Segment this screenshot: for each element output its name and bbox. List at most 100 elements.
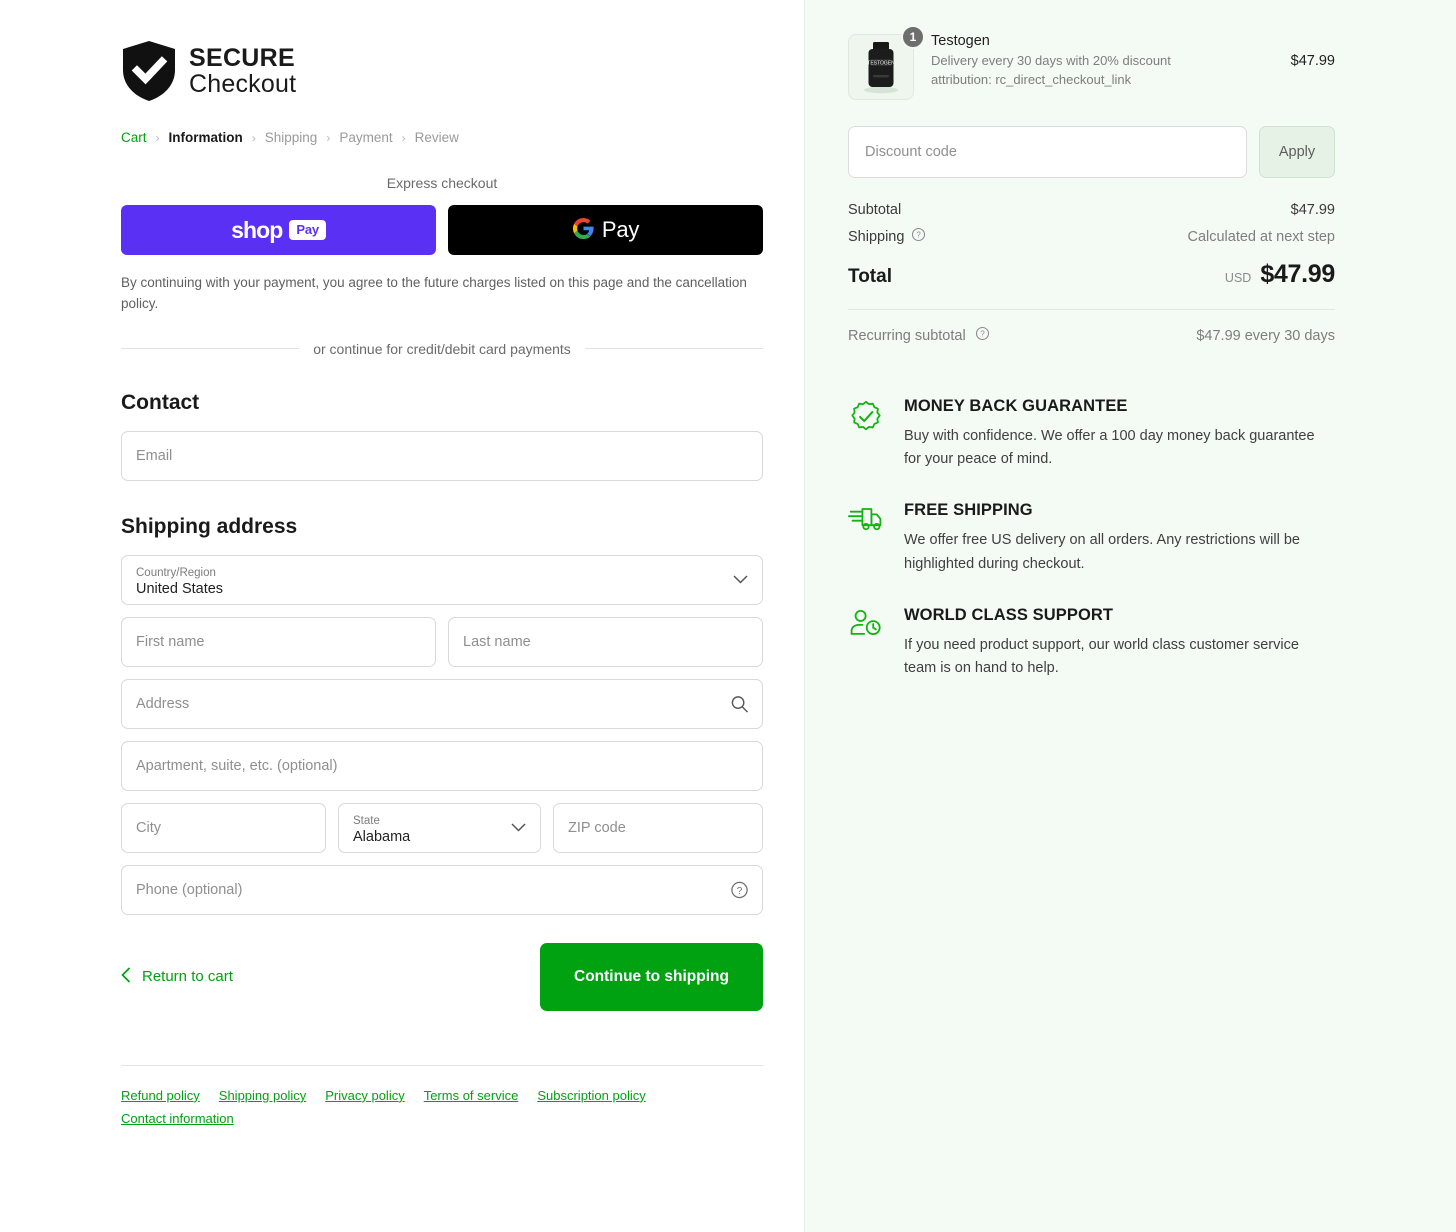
footer: Refund policy Shipping policy Privacy po… xyxy=(121,1064,763,1126)
trust-badges: MONEY BACK GUARANTEE Buy with confidence… xyxy=(848,397,1335,680)
discount-code-placeholder: Discount code xyxy=(865,144,957,160)
city-field[interactable]: City xyxy=(121,802,326,853)
phone-field[interactable]: Phone (optional) ? xyxy=(121,864,763,915)
total-value: $47.99 xyxy=(1260,260,1335,288)
express-checkout-buttons: shop Pay Pay xyxy=(121,205,763,255)
address-field[interactable]: Address xyxy=(121,678,763,729)
footer-link-privacy-policy[interactable]: Privacy policy xyxy=(325,1088,404,1103)
footer-links: Refund policy Shipping policy Privacy po… xyxy=(121,1088,681,1126)
subtotal-row: Subtotal $47.99 xyxy=(848,202,1335,218)
product-name: Testogen xyxy=(931,33,990,49)
country-region-select[interactable]: Country/Region United States xyxy=(121,554,763,605)
total-label: Total xyxy=(848,266,892,287)
trust-badge-title: FREE SHIPPING xyxy=(904,501,1033,520)
last-name-field[interactable]: Last name xyxy=(448,616,763,667)
google-pay-button[interactable]: Pay xyxy=(448,205,763,255)
trust-badge-title: MONEY BACK GUARANTEE xyxy=(904,397,1128,415)
last-name-placeholder: Last name xyxy=(463,633,531,650)
country-region-label: Country/Region xyxy=(136,566,216,579)
product-price: $47.99 xyxy=(1290,53,1335,69)
country-region-value: United States xyxy=(136,581,224,598)
help-question-icon[interactable]: ? xyxy=(911,227,926,246)
trust-badge-body: If you need product support, our world c… xyxy=(904,636,1299,676)
trust-badge-free-shipping: FREE SHIPPING We offer free US delivery … xyxy=(848,501,1335,575)
footer-link-shipping-policy[interactable]: Shipping policy xyxy=(219,1088,306,1103)
quantity-badge: 1 xyxy=(901,25,925,49)
chevron-left-icon xyxy=(121,967,131,987)
breadcrumb-item-payment: Payment xyxy=(339,130,393,145)
email-field[interactable]: Email xyxy=(121,430,763,481)
email-placeholder: Email xyxy=(136,447,173,464)
return-to-cart-label: Return to cart xyxy=(142,968,233,986)
google-pay-wordmark: Pay xyxy=(601,217,640,242)
breadcrumb-item-information: Information xyxy=(168,130,243,145)
trust-badge-support: WORLD CLASS SUPPORT If you need product … xyxy=(848,606,1335,680)
chevron-down-icon xyxy=(733,571,748,589)
order-line-item: TESTOGEN 1 Testogen Delivery every 30 da… xyxy=(848,25,1335,100)
shipping-value: Calculated at next step xyxy=(1187,228,1335,245)
recurring-subtotal-row: Recurring subtotal ? $47.99 every 30 day… xyxy=(848,326,1335,345)
shop-pay-chip: Pay xyxy=(289,220,326,240)
google-g-icon xyxy=(572,217,595,243)
return-to-cart-link[interactable]: Return to cart xyxy=(121,967,233,987)
footer-link-subscription-policy[interactable]: Subscription policy xyxy=(537,1088,645,1103)
search-icon[interactable] xyxy=(730,694,749,713)
contact-section-title: Contact xyxy=(121,390,200,414)
total-amount-wrap: USD $47.99 xyxy=(1225,260,1335,289)
express-checkout-title: Express checkout xyxy=(386,175,498,191)
svg-text:?: ? xyxy=(917,231,922,240)
apartment-field[interactable]: Apartment, suite, etc. (optional) xyxy=(121,740,763,791)
state-label: State xyxy=(353,814,380,827)
breadcrumb-separator-icon: › xyxy=(251,130,256,145)
breadcrumb-item-review: Review xyxy=(414,130,459,145)
shop-pay-button[interactable]: shop Pay xyxy=(121,205,436,255)
support-person-clock-icon xyxy=(848,606,886,680)
logo-line-2: Checkout xyxy=(189,70,297,98)
recurring-subtotal-label: Recurring subtotal xyxy=(848,327,966,344)
breadcrumb-item-shipping: Shipping xyxy=(264,130,318,145)
totals-divider xyxy=(848,309,1335,310)
total-row: Total USD $47.99 xyxy=(848,260,1335,289)
state-select[interactable]: State Alabama xyxy=(338,802,541,853)
discount-code-row: Discount code Apply xyxy=(848,126,1335,178)
order-summary-column: TESTOGEN 1 Testogen Delivery every 30 da… xyxy=(805,0,1456,1232)
recurring-subtotal-value: $47.99 every 30 days xyxy=(1196,327,1335,344)
footer-link-contact-information[interactable]: Contact information xyxy=(121,1111,681,1126)
recurring-label-wrap: Recurring subtotal ? xyxy=(848,326,990,345)
footer-link-terms-of-service[interactable]: Terms of service xyxy=(424,1088,519,1103)
divider-rule-right xyxy=(584,348,764,350)
help-question-icon[interactable]: ? xyxy=(730,880,749,899)
express-legal-text: By continuing with your payment, you agr… xyxy=(121,275,747,311)
badge-check-icon xyxy=(848,397,886,471)
shipping-address-section-title: Shipping address xyxy=(121,514,298,538)
product-info: Testogen Delivery every 30 days with 20%… xyxy=(931,30,1274,90)
chevron-down-icon xyxy=(511,819,526,837)
breadcrumb-separator-icon: › xyxy=(155,130,160,145)
apply-discount-button[interactable]: Apply xyxy=(1259,126,1335,178)
trust-badge-money-back: MONEY BACK GUARANTEE Buy with confidence… xyxy=(848,397,1335,471)
apartment-placeholder: Apartment, suite, etc. (optional) xyxy=(136,757,338,774)
subtotal-label: Subtotal xyxy=(848,202,902,218)
subtotal-value: $47.99 xyxy=(1290,202,1335,218)
address-placeholder: Address xyxy=(136,695,190,712)
form-action-row: Return to cart Continue to shipping xyxy=(121,942,763,1011)
footer-link-refund-policy[interactable]: Refund policy xyxy=(121,1088,200,1103)
help-question-icon[interactable]: ? xyxy=(975,326,990,345)
zip-code-placeholder: ZIP code xyxy=(568,819,626,836)
brand-logo: SECURE Checkout xyxy=(121,40,763,102)
checkout-page: SECURE Checkout Cart › Information › Shi… xyxy=(0,0,1456,1232)
product-thumbnail-wrap: TESTOGEN 1 xyxy=(848,25,925,100)
shipping-label-wrap: Shipping ? xyxy=(848,227,926,246)
logo-line-1: SECURE xyxy=(189,44,295,72)
breadcrumb-item-cart[interactable]: Cart xyxy=(121,130,147,145)
divider-rule-left xyxy=(121,348,300,350)
zip-code-field[interactable]: ZIP code xyxy=(553,802,763,853)
first-name-field[interactable]: First name xyxy=(121,616,436,667)
or-divider: or continue for credit/debit card paymen… xyxy=(121,341,764,357)
discount-code-input[interactable]: Discount code xyxy=(848,126,1247,178)
total-currency: USD xyxy=(1224,271,1252,285)
continue-to-shipping-button[interactable]: Continue to shipping xyxy=(540,942,763,1011)
city-state-zip-row: City State Alabama ZIP code xyxy=(121,802,763,865)
shield-check-icon xyxy=(121,40,177,102)
product-subtitle-line-2: attribution: rc_direct_checkout_link xyxy=(931,71,1132,87)
